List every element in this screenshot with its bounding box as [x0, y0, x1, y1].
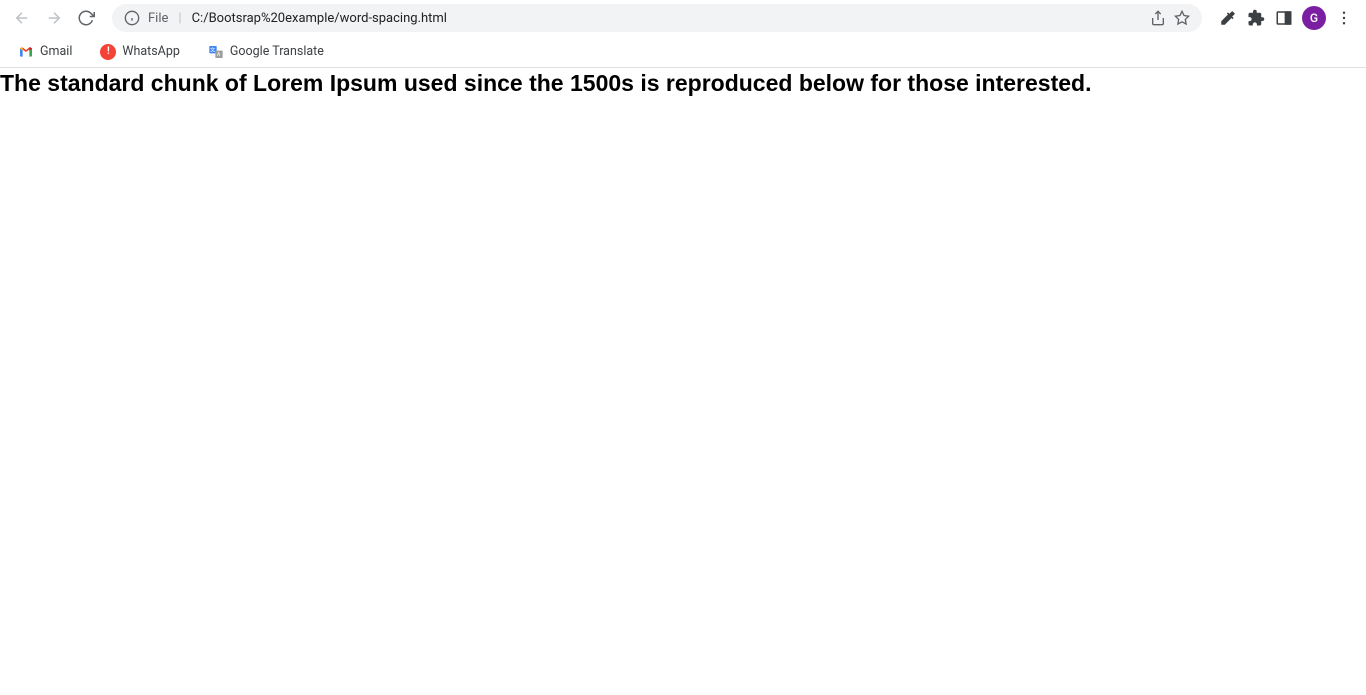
body-text: The standard chunk of Lorem Ipsum used s… — [0, 68, 1366, 99]
reload-icon — [77, 9, 95, 27]
eyedropper-extension-icon[interactable] — [1218, 8, 1238, 28]
bookmark-google-translate[interactable]: 文 A Google Translate — [202, 40, 330, 64]
menu-button[interactable] — [1334, 8, 1354, 28]
bookmark-label: Google Translate — [230, 44, 324, 59]
url-divider: | — [178, 11, 181, 26]
reload-button[interactable] — [72, 4, 100, 32]
arrow-right-icon — [45, 9, 63, 27]
page-content: The standard chunk of Lorem Ipsum used s… — [0, 68, 1366, 99]
gmail-icon — [18, 44, 34, 60]
bookmark-whatsapp[interactable]: ! WhatsApp — [94, 40, 186, 64]
bookmark-gmail[interactable]: Gmail — [12, 40, 78, 64]
bookmark-label: Gmail — [40, 44, 72, 59]
toolbar-right: G — [1214, 6, 1358, 30]
browser-toolbar: File | C:/Bootsrap%20example/word-spacin… — [0, 0, 1366, 36]
url-prefix: File — [148, 11, 168, 26]
google-translate-icon: 文 A — [208, 44, 224, 60]
share-icon[interactable] — [1150, 10, 1166, 26]
bookmark-label: WhatsApp — [122, 44, 180, 59]
address-bar[interactable]: File | C:/Bootsrap%20example/word-spacin… — [112, 4, 1202, 32]
svg-text:A: A — [217, 52, 221, 58]
nav-forward-button[interactable] — [40, 4, 68, 32]
side-panel-icon[interactable] — [1274, 8, 1294, 28]
url-text: C:/Bootsrap%20example/word-spacing.html — [192, 11, 447, 26]
bookmarks-bar: Gmail ! WhatsApp 文 A Google Translate — [0, 36, 1366, 68]
nav-back-button[interactable] — [8, 4, 36, 32]
star-icon[interactable] — [1174, 10, 1190, 26]
info-icon — [124, 10, 140, 26]
whatsapp-icon: ! — [100, 44, 116, 60]
arrow-left-icon — [13, 9, 31, 27]
dots-vertical-icon — [1335, 9, 1353, 27]
extensions-icon[interactable] — [1246, 8, 1266, 28]
profile-avatar[interactable]: G — [1302, 6, 1326, 30]
